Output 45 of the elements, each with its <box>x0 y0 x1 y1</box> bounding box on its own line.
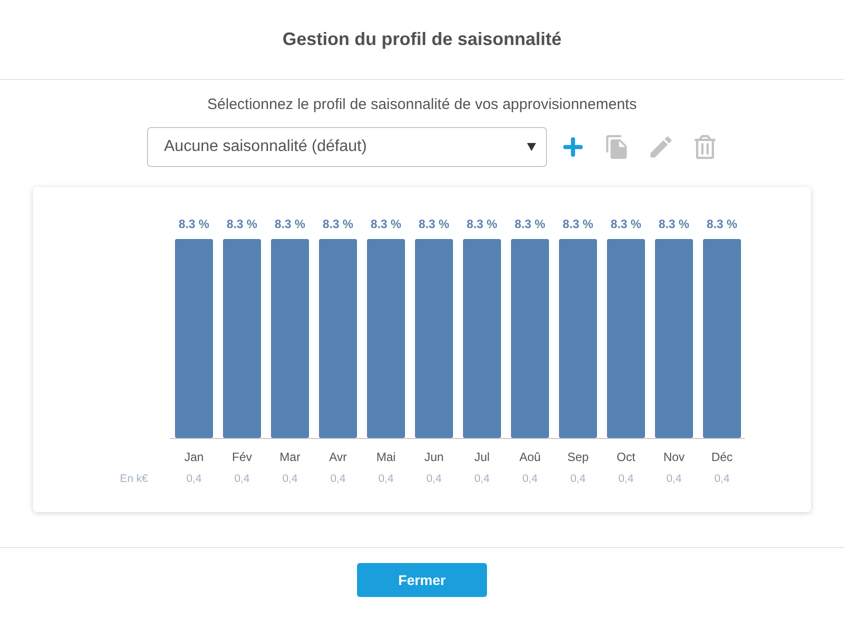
month-label: Oct <box>616 450 636 464</box>
amount-value: 0,4 <box>522 472 538 487</box>
amount-value: 0,4 <box>426 472 442 487</box>
caret-icon <box>527 143 536 151</box>
amount-value: 0,4 <box>570 472 586 487</box>
value-label: 8.3 % <box>370 217 402 231</box>
month-label: Fév <box>232 450 252 464</box>
amount-value: 0,4 <box>378 472 394 487</box>
amount-value: 0,4 <box>666 472 682 487</box>
value-label: 8.3 % <box>610 217 642 231</box>
amount-value: 0,4 <box>474 472 490 487</box>
month-label: Mar <box>280 450 300 464</box>
add-icon <box>562 136 584 158</box>
instruction-text: Sélectionnez le profil de saisonnalité de vos approvisionnements <box>207 95 637 115</box>
amount-value: 0,4 <box>714 472 730 487</box>
month-label: Mai <box>376 450 396 464</box>
value-label: 8.3 % <box>178 217 210 231</box>
amount-value: 0,4 <box>186 472 202 487</box>
copy-icon <box>604 134 630 160</box>
month-label: Jul <box>474 450 490 464</box>
amount-value: 0,4 <box>330 472 346 487</box>
value-label: 8.3 % <box>466 217 498 231</box>
month-label: Jan <box>184 450 204 464</box>
month-label: Avr <box>329 450 347 464</box>
month-label: Aoû <box>519 450 541 464</box>
dialog-title: Gestion du profil de saisonnalité <box>282 28 562 51</box>
value-label: 8.3 % <box>706 217 738 231</box>
value-label: 8.3 % <box>418 217 450 231</box>
amount-value: 0,4 <box>618 472 634 487</box>
value-label: 8.3 % <box>658 217 690 231</box>
month-label: Déc <box>711 450 733 464</box>
amount-value: 0,4 <box>234 472 250 487</box>
amount-unit-label: En k€ <box>120 472 148 487</box>
delete-icon <box>693 135 717 159</box>
value-label: 8.3 % <box>514 217 546 231</box>
value-label: 8.3 % <box>274 217 306 231</box>
month-label: Nov <box>663 450 685 464</box>
select-value: Aucune saisonnalité (défaut) <box>164 137 367 157</box>
value-label: 8.3 % <box>562 217 594 231</box>
month-label: Jun <box>424 450 444 464</box>
value-label: 8.3 % <box>226 217 258 231</box>
value-label: 8.3 % <box>322 217 354 231</box>
month-label: Sep <box>567 450 589 464</box>
profile-select[interactable]: Aucune saisonnalité (défaut) <box>147 127 547 167</box>
amount-value: 0,4 <box>282 472 298 487</box>
